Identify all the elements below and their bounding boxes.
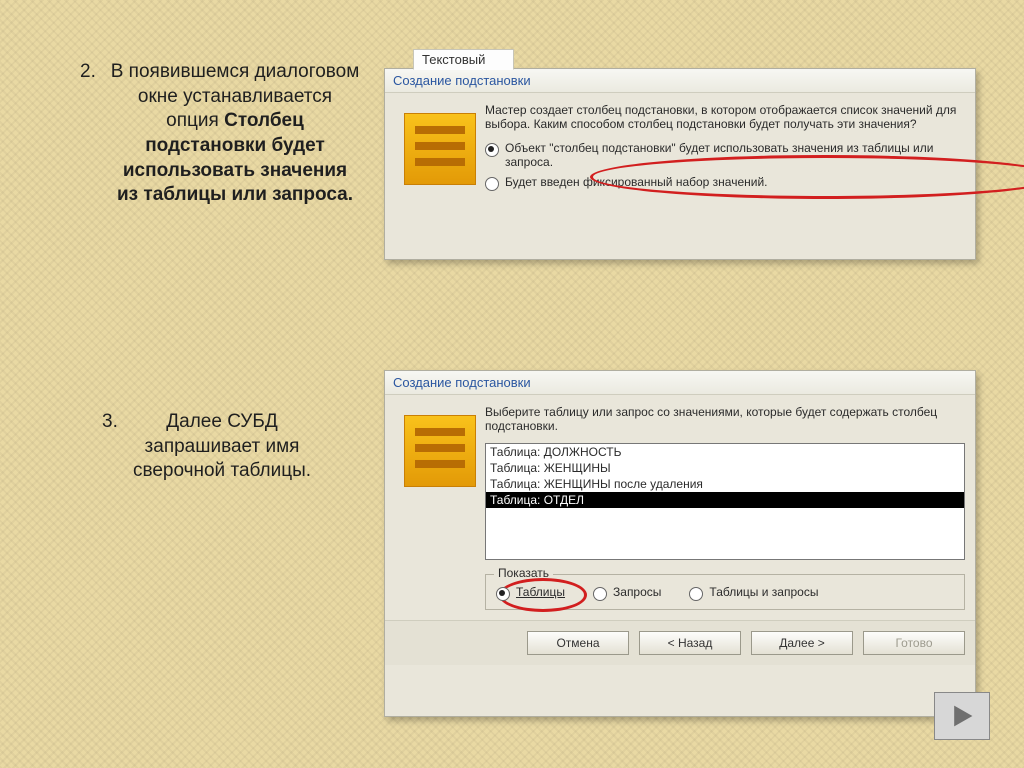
- radio-icon: [485, 143, 499, 157]
- bullet-3-text: Далее СУБД запрашивает имя сверочной таб…: [133, 411, 311, 481]
- show-queries-option[interactable]: Запросы: [593, 585, 661, 601]
- wizard-icon-col: [395, 103, 485, 197]
- bullet-2-bold: Столбец подстановки будет использовать з…: [117, 110, 353, 205]
- show-both-label: Таблицы и запросы: [709, 585, 818, 599]
- wizard-icon: [404, 415, 476, 487]
- option-fixed-values[interactable]: Будет введен фиксированный набор значени…: [485, 175, 965, 191]
- radio-icon: [485, 177, 499, 191]
- radio-icon: [689, 587, 703, 601]
- slide: 2. В появившемся диалоговом окне устанав…: [0, 0, 1024, 768]
- bullet-2-number: 2.: [80, 60, 96, 85]
- bullet-3-number: 3.: [102, 410, 118, 435]
- option-from-table[interactable]: Объект "столбец подстановки" будет испол…: [485, 141, 965, 169]
- list-item[interactable]: Таблица: ЖЕНЩИНЫ после удаления: [486, 476, 964, 492]
- show-group: Показать Таблицы Запросы: [485, 574, 965, 610]
- dialog1-description: Мастер создает столбец подстановки, в ко…: [485, 103, 965, 131]
- lookup-wizard-dialog-1: Текстовый Создание подстановки Мастер со…: [384, 68, 976, 260]
- next-button[interactable]: Далее >: [751, 631, 853, 655]
- play-icon: [949, 703, 975, 729]
- bullet-3: 3. Далее СУБД запрашивает имя сверочной …: [132, 410, 312, 484]
- dialog2-button-row: Отмена < Назад Далее > Готово: [385, 620, 975, 665]
- next-slide-button[interactable]: [934, 692, 990, 740]
- option-from-table-label: Объект "столбец подстановки" будет испол…: [505, 141, 965, 169]
- finish-button[interactable]: Готово: [863, 631, 965, 655]
- dialog2-title: Создание подстановки: [385, 371, 975, 395]
- wizard-icon: [404, 113, 476, 185]
- list-item[interactable]: Таблица: ЖЕНЩИНЫ: [486, 460, 964, 476]
- option-fixed-values-label: Будет введен фиксированный набор значени…: [505, 175, 768, 189]
- radio-icon: [496, 587, 510, 601]
- list-item[interactable]: Таблица: ДОЛЖНОСТЬ: [486, 444, 964, 460]
- field-type-tab: Текстовый: [413, 49, 514, 70]
- show-tables-label: Таблицы: [516, 585, 565, 599]
- bullet-2: 2. В появившемся диалоговом окне устанав…: [110, 60, 360, 208]
- table-listbox[interactable]: Таблица: ДОЛЖНОСТЬ Таблица: ЖЕНЩИНЫ Табл…: [485, 443, 965, 560]
- cancel-button[interactable]: Отмена: [527, 631, 629, 655]
- dialog2-description: Выберите таблицу или запрос со значениям…: [485, 405, 965, 433]
- list-item-selected[interactable]: Таблица: ОТДЕЛ: [486, 492, 964, 508]
- show-tables-option[interactable]: Таблицы: [496, 585, 565, 601]
- back-button[interactable]: < Назад: [639, 631, 741, 655]
- dialog1-title: Создание подстановки: [385, 69, 975, 93]
- show-queries-label: Запросы: [613, 585, 661, 599]
- radio-icon: [593, 587, 607, 601]
- wizard-icon-col: [395, 405, 485, 610]
- lookup-wizard-dialog-2: Создание подстановки Выберите таблицу ил…: [384, 370, 976, 717]
- show-group-label: Показать: [494, 566, 553, 580]
- show-both-option[interactable]: Таблицы и запросы: [689, 585, 818, 601]
